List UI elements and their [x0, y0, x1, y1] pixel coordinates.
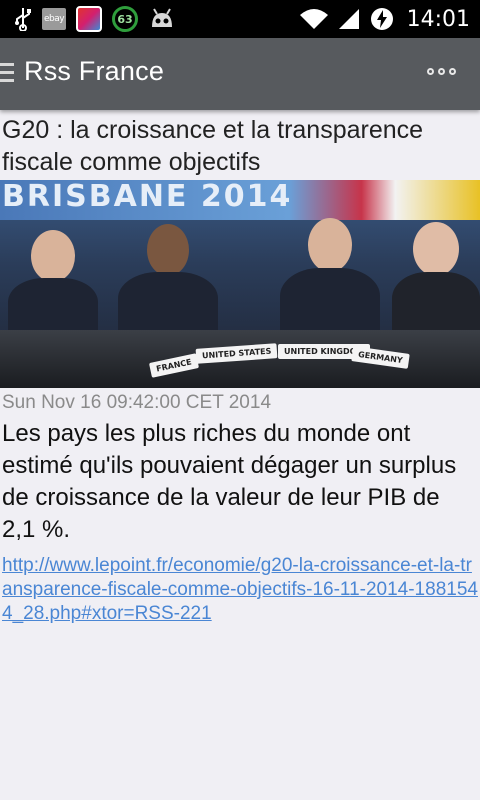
- status-bar: ebay 63 14:01: [0, 0, 480, 38]
- signal-icon: [338, 9, 359, 29]
- article-title[interactable]: G20 : la croissance et la transparence f…: [2, 114, 478, 178]
- game-icon: [76, 6, 102, 32]
- battery-charging-icon: [370, 8, 393, 30]
- overflow-dots-icon[interactable]: [427, 68, 456, 75]
- image-banner-text: BRISBANE 2014: [0, 180, 480, 220]
- app-title[interactable]: Rss France: [24, 56, 164, 87]
- system-icons: 14:01: [299, 5, 470, 33]
- person-center-right: [280, 218, 380, 338]
- person-left: [8, 230, 98, 338]
- android-icon: [152, 8, 172, 27]
- person-center-left: [118, 224, 218, 338]
- ebay-icon: ebay: [42, 8, 66, 30]
- article: G20 : la croissance et la transparence f…: [0, 110, 480, 626]
- app-bar: Rss France: [0, 38, 480, 110]
- wifi-icon: [299, 9, 328, 29]
- clock: 14:01: [406, 6, 470, 32]
- article-image[interactable]: BRISBANE 2014 FRANCE UNITED STATES UNITE…: [0, 180, 480, 388]
- article-link[interactable]: http://www.lepoint.fr/economie/g20-la-cr…: [2, 554, 478, 626]
- badge-63-icon: 63: [112, 6, 138, 32]
- person-right: [392, 222, 480, 338]
- usb-icon: [15, 8, 31, 31]
- notification-icons: ebay 63: [14, 5, 176, 33]
- article-summary: Les pays les plus riches du monde ont es…: [2, 420, 457, 543]
- article-date: Sun Nov 16 09:42:00 CET 2014: [2, 392, 272, 413]
- hamburger-icon[interactable]: [0, 63, 14, 85]
